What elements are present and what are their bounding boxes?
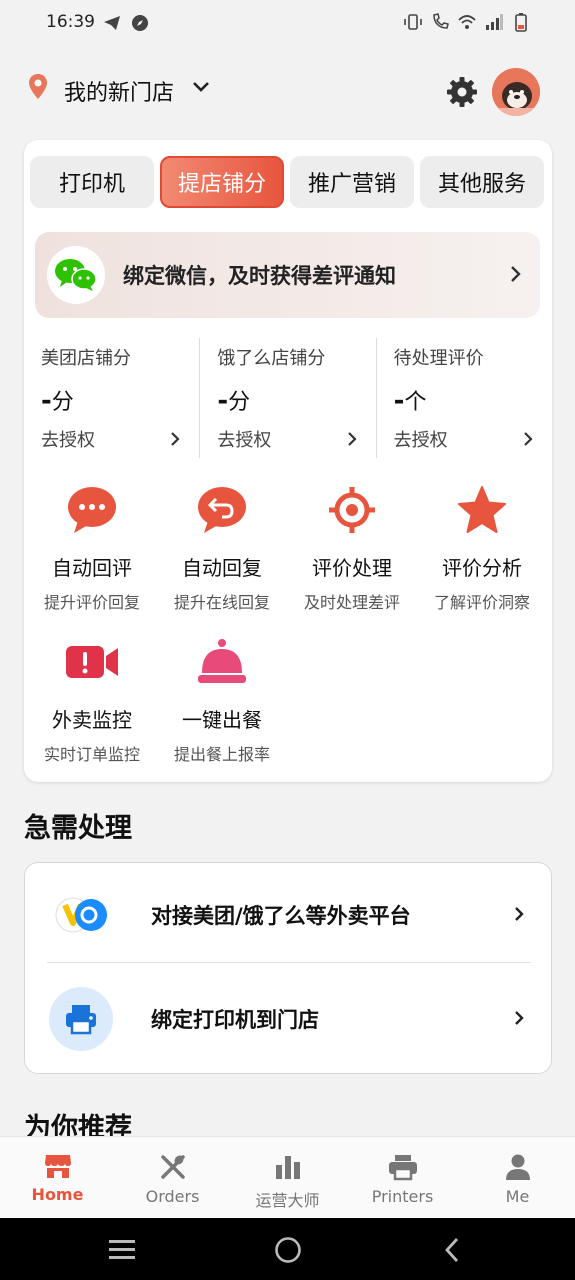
meituan-score[interactable]: 美团店铺分 -分 去授权 <box>24 338 199 458</box>
nav-label: Home <box>31 1185 84 1204</box>
chevron-right-icon <box>524 432 533 446</box>
score-title: 待处理评价 <box>393 348 484 369</box>
pending-reviews[interactable]: 待处理评价 -个 去授权 <box>375 338 552 458</box>
feature-one-click-serve[interactable]: 一键出餐 提出餐上报率 <box>157 632 287 765</box>
nav-operations-master[interactable]: 运营大师 <box>230 1137 345 1218</box>
location-pin-icon <box>29 74 47 99</box>
platform-logos-icon <box>55 897 107 933</box>
status-bar: 16:39 <box>0 0 575 48</box>
feature-review-handling[interactable]: 评价处理 及时处理差评 <box>287 480 417 613</box>
bottom-nav: Home Orders 运营大师 Printers Me <box>0 1136 575 1218</box>
urgent-card: 对接美团/饿了么等外卖平台 绑定打印机到门店 <box>24 862 552 1074</box>
urgent-item-text: 绑定打印机到门店 <box>151 1008 319 1032</box>
feature-auto-reply[interactable]: 自动回复 提升在线回复 <box>157 480 287 613</box>
feature-review-analysis[interactable]: 评价分析 了解评价洞察 <box>417 480 547 613</box>
reply-bubble-icon <box>198 487 246 533</box>
nav-printers[interactable]: Printers <box>345 1137 460 1218</box>
nav-label: Printers <box>371 1187 434 1206</box>
score-summary: 美团店铺分 -分 去授权 饿了么店铺分 -分 去授权 待处理评价 -个 去授权 <box>24 338 552 458</box>
wechat-icon <box>55 259 97 291</box>
feature-subtitle: 了解评价洞察 <box>433 593 530 612</box>
recommend-section-title: 为你推荐 <box>24 1113 132 1136</box>
nav-orders[interactable]: Orders <box>115 1137 230 1218</box>
compass-icon <box>132 15 148 31</box>
nav-me[interactable]: Me <box>460 1137 575 1218</box>
video-alert-icon <box>66 646 118 678</box>
feature-title: 自动回评 <box>52 556 132 580</box>
avatar[interactable] <box>492 68 540 116</box>
feature-title: 自动回复 <box>182 556 262 580</box>
urgent-section-title: 急需处理 <box>24 813 132 844</box>
tab-printer[interactable]: 打印机 <box>30 156 154 208</box>
nav-label: Orders <box>145 1187 200 1206</box>
signal-icon <box>486 14 503 30</box>
feature-subtitle: 提升评价回复 <box>43 593 140 612</box>
store-score-card: 打印机 提店铺分 推广营销 其他服务 绑定微信，及时获得差评通知 美团店铺分 -… <box>24 140 552 782</box>
utensils-icon <box>160 1155 185 1179</box>
connect-delivery-platforms[interactable]: 对接美团/饿了么等外卖平台 <box>25 863 553 967</box>
header: 我的新门店 <box>0 60 575 120</box>
nav-home[interactable]: Home <box>0 1137 115 1218</box>
printer-icon <box>388 1155 417 1181</box>
feature-subtitle: 实时订单监控 <box>43 745 140 764</box>
tab-promotion[interactable]: 推广营销 <box>290 156 414 208</box>
divider <box>47 962 531 963</box>
feature-subtitle: 及时处理差评 <box>303 593 400 612</box>
nav-label: Me <box>505 1187 530 1206</box>
service-bell-icon <box>198 639 246 683</box>
status-time: 16:39 <box>46 12 95 32</box>
urgent-item-text: 对接美团/饿了么等外卖平台 <box>151 904 411 928</box>
eleme-score[interactable]: 饿了么店铺分 -分 去授权 <box>199 338 375 458</box>
chevron-right-icon <box>515 1011 524 1025</box>
printer-icon <box>66 1005 96 1035</box>
feature-title: 评价处理 <box>312 556 392 580</box>
feature-delivery-monitor[interactable]: 外卖监控 实时订单监控 <box>27 632 157 765</box>
chevron-right-icon <box>347 432 357 446</box>
nav-label: 运营大师 <box>255 1191 320 1210</box>
score-unit: 个 <box>404 390 427 415</box>
score-value: - <box>41 386 52 416</box>
chevron-right-icon <box>511 266 521 282</box>
feature-title: 一键出餐 <box>182 708 262 732</box>
battery-icon <box>515 13 527 32</box>
home-circle-icon[interactable] <box>274 1236 302 1264</box>
wifi-call-icon <box>433 13 449 29</box>
target-icon <box>329 487 375 533</box>
otter-avatar-icon <box>492 68 540 116</box>
store-icon <box>44 1155 71 1178</box>
recent-apps-icon[interactable] <box>108 1238 136 1260</box>
chevron-down-icon[interactable] <box>190 76 212 98</box>
score-title: 饿了么店铺分 <box>217 348 326 369</box>
tab-store-score[interactable]: 提店铺分 <box>160 156 284 208</box>
score-value: - <box>393 386 405 416</box>
feature-title: 外卖监控 <box>52 708 132 732</box>
feature-subtitle: 提升在线回复 <box>173 593 270 612</box>
score-unit: 分 <box>228 390 251 415</box>
chevron-right-icon <box>515 907 524 921</box>
service-tabs: 打印机 提店铺分 推广营销 其他服务 <box>30 156 544 208</box>
score-value: - <box>217 386 229 416</box>
telegram-icon <box>104 16 120 30</box>
feature-auto-review-reply[interactable]: 自动回评 提升评价回复 <box>27 480 157 613</box>
chevron-right-icon <box>171 432 180 446</box>
wechat-banner-text: 绑定微信，及时获得差评通知 <box>123 264 396 288</box>
system-navigation-bar <box>0 1218 575 1280</box>
wifi-icon <box>458 15 476 29</box>
person-icon <box>505 1154 530 1180</box>
gear-icon[interactable] <box>446 76 478 108</box>
score-title: 美团店铺分 <box>41 348 131 369</box>
score-unit: 分 <box>51 390 74 415</box>
star-icon <box>458 486 506 533</box>
bar-chart-icon <box>275 1156 300 1179</box>
wechat-bind-banner[interactable]: 绑定微信，及时获得差评通知 <box>35 232 540 318</box>
back-icon[interactable] <box>442 1237 462 1263</box>
tab-other-services[interactable]: 其他服务 <box>420 156 544 208</box>
feature-title: 评价分析 <box>442 556 522 580</box>
feature-subtitle: 提出餐上报率 <box>173 745 270 764</box>
vibrate-icon <box>404 14 422 30</box>
bind-printer-to-store[interactable]: 绑定打印机到门店 <box>25 967 553 1071</box>
chat-bubble-icon <box>68 487 116 533</box>
store-selector-name[interactable]: 我的新门店 <box>64 75 174 107</box>
